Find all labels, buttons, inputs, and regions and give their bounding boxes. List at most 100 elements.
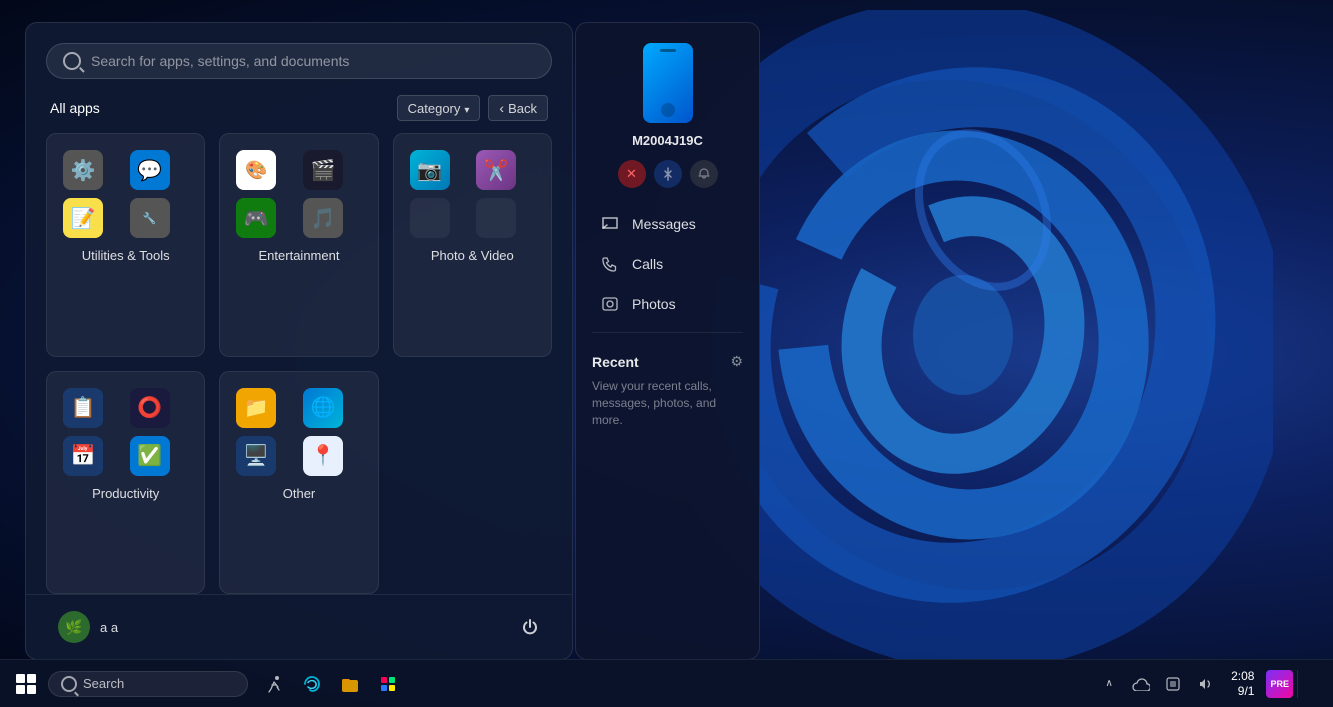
photos-menu-item[interactable]: Photos [592, 284, 743, 324]
taskbar-search-icon [61, 676, 77, 692]
messages-icon [600, 214, 620, 234]
photos-icon: 📷 [410, 150, 450, 190]
phone-graphic [643, 43, 693, 123]
empty-icon1 [410, 198, 450, 238]
back-label: Back [508, 101, 537, 116]
photos-label: Photos [632, 296, 676, 312]
clipchamp-icon: ✂️ [476, 150, 516, 190]
music-icon: 🎵 [303, 198, 343, 238]
disconnect-icon[interactable]: ✕ [618, 160, 646, 188]
store-icon [378, 674, 398, 694]
user-name: a a [100, 620, 118, 635]
recent-description: View your recent calls, messages, photos… [592, 378, 743, 428]
back-button[interactable]: Back [488, 95, 548, 121]
category-tile-other[interactable]: 📁 🌐 🖥️ 📍 Other [219, 371, 378, 595]
notification-icon[interactable] [690, 160, 718, 188]
volume-icon[interactable] [1191, 670, 1219, 698]
tile-icons: 📋 ⭕ 📅 ✅ [63, 388, 188, 476]
user-info[interactable]: 🌿 a a [50, 607, 126, 647]
user-avatar: 🌿 [58, 611, 90, 643]
start-button[interactable] [8, 666, 44, 702]
photo-video-label: Photo & Video [410, 248, 535, 263]
bluetooth-icon[interactable] [654, 160, 682, 188]
category-tile-productivity[interactable]: 📋 ⭕ 📅 ✅ Productivity [46, 371, 205, 595]
speaker-icon [1196, 675, 1214, 693]
show-hidden-icons-button[interactable]: ∧ [1095, 670, 1123, 698]
clock-time: 2:08 [1231, 669, 1254, 683]
maps-icon: 📍 [303, 436, 343, 476]
category-tile-entertainment[interactable]: 🎨 🎬 🎮 🎵 Entertainment [219, 133, 378, 357]
xbox-icon: 🎮 [236, 198, 276, 238]
steps-icon: 🔧 [130, 198, 170, 238]
tile-icons: ⚙️ 💬 📝 🔧 [63, 150, 188, 238]
category-tile-photo-video[interactable]: 📷 ✂️ Photo & Video [393, 133, 552, 357]
apps-header: All apps Category Back [26, 91, 572, 133]
phone-menu: Messages Calls Photos [576, 204, 759, 324]
taskbar-edge-icon[interactable] [294, 666, 330, 702]
edge-icon [302, 674, 322, 694]
file-explorer-icon [340, 674, 360, 694]
taskbar-files-icon[interactable] [332, 666, 368, 702]
calls-label: Calls [632, 256, 663, 272]
power-button[interactable] [512, 609, 548, 645]
recent-gear-icon[interactable]: ⚙ [730, 353, 743, 370]
start-search-bar[interactable]: Search for apps, settings, and documents [46, 43, 552, 79]
other-label: Other [236, 486, 361, 501]
taskbar-search-label: Search [83, 676, 124, 691]
messages-menu-item[interactable]: Messages [592, 204, 743, 244]
insider-badge[interactable]: PRE [1266, 670, 1293, 698]
cloud-icon [1132, 677, 1150, 691]
phone-status-icons: ✕ [618, 160, 718, 188]
tile-icons: 📷 ✂️ [410, 150, 535, 238]
phone-divider [592, 332, 743, 333]
start-search-placeholder: Search for apps, settings, and documents [91, 53, 535, 69]
calls-menu-item[interactable]: Calls [592, 244, 743, 284]
recent-section: Recent ⚙ View your recent calls, message… [576, 341, 759, 428]
tasklist-icon: 📋 [63, 388, 103, 428]
system-clock[interactable]: 2:08 9/1 [1223, 669, 1262, 698]
power-icon [521, 618, 539, 636]
network-icon[interactable] [1159, 670, 1187, 698]
productivity-label: Productivity [63, 486, 188, 501]
clock-date: 9/1 [1238, 684, 1255, 698]
onedrive-icon[interactable] [1127, 670, 1155, 698]
taskbar-hero-icon[interactable] [256, 666, 292, 702]
entertainment-label: Entertainment [236, 248, 361, 263]
sticky-icon: 📝 [63, 198, 103, 238]
utilities-label: Utilities & Tools [63, 248, 188, 263]
phone-panel: M2004J19C ✕ Messages [575, 22, 760, 660]
recent-title: Recent [592, 354, 639, 370]
recent-header: Recent ⚙ [592, 353, 743, 370]
runner-icon [264, 674, 284, 694]
photos-menu-icon [600, 294, 620, 314]
apps-grid: ⚙️ 💬 📝 🔧 Utilities & Tools 🎨 🎬 🎮 🎵 Enter… [26, 133, 572, 594]
taskbar: Search [0, 659, 1333, 707]
category-button[interactable]: Category [397, 95, 481, 121]
empty-icon2 [476, 198, 516, 238]
device-name: M2004J19C [632, 133, 703, 148]
taskbar-left: Search [0, 666, 414, 702]
category-label: Category [408, 101, 461, 116]
calls-icon [600, 254, 620, 274]
taskbar-search[interactable]: Search [48, 671, 248, 697]
cortana-icon: ⭕ [130, 388, 170, 428]
taskbar-tray: ∧ 2:08 9/1 PRE [1087, 669, 1333, 698]
taskbar-app-icons [256, 666, 406, 702]
start-search-icon [63, 52, 81, 70]
movies-icon: 🎬 [303, 150, 343, 190]
calendar-icon: 📅 [63, 436, 103, 476]
pc-icon: 🖥️ [236, 436, 276, 476]
start-menu: Search for apps, settings, and documents… [25, 22, 573, 660]
chevron-down-icon [464, 101, 469, 116]
category-tile-utilities[interactable]: ⚙️ 💬 📝 🔧 Utilities & Tools [46, 133, 205, 357]
taskbar-store-icon[interactable] [370, 666, 406, 702]
show-desktop-button[interactable] [1297, 670, 1325, 698]
wifi-icon [1164, 675, 1182, 693]
all-apps-label: All apps [50, 100, 100, 116]
edge-icon: 🌐 [303, 388, 343, 428]
paint-icon: 🎨 [236, 150, 276, 190]
files-icon: 📁 [236, 388, 276, 428]
start-menu-bottom: 🌿 a a [26, 594, 572, 659]
tips-icon: 💬 [130, 150, 170, 190]
tile-icons: 📁 🌐 🖥️ 📍 [236, 388, 361, 476]
